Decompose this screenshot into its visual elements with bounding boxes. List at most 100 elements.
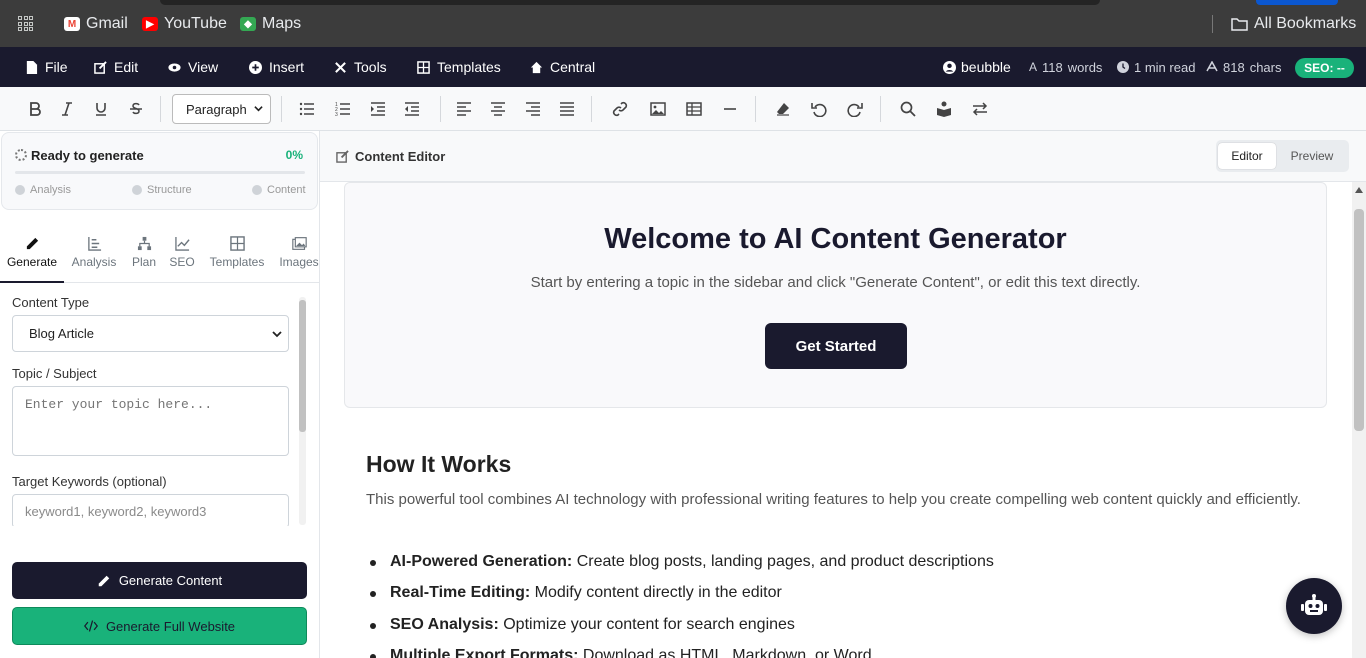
sidebar-scroll-thumb[interactable] xyxy=(299,300,306,432)
editor-content[interactable]: Welcome to AI Content Generator Start by… xyxy=(320,182,1352,658)
undo-button[interactable] xyxy=(807,98,831,120)
indent-button[interactable] xyxy=(366,98,390,120)
tab-plan[interactable]: Plan xyxy=(126,228,162,283)
menu-file[interactable]: File xyxy=(25,47,68,87)
seo-score-badge[interactable]: SEO: -- xyxy=(1295,58,1354,78)
insert-image-button[interactable] xyxy=(646,98,670,120)
menu-central[interactable]: Central xyxy=(530,47,595,87)
tab-label: Templates xyxy=(209,255,265,269)
toolbar-divider xyxy=(880,96,881,122)
spinner-icon xyxy=(15,149,27,161)
content-type-select[interactable]: Blog Article xyxy=(12,315,289,352)
editor-scrollbar[interactable] xyxy=(1352,182,1366,658)
justify-button[interactable] xyxy=(555,98,579,120)
editor-scroll-thumb[interactable] xyxy=(1354,209,1364,431)
readability-button[interactable] xyxy=(932,98,956,120)
bookmark-label: Gmail xyxy=(86,15,128,32)
progress-card: Ready to generate 0% Analysis Structure … xyxy=(1,132,318,210)
all-bookmarks-button[interactable]: All Bookmarks xyxy=(1231,14,1356,34)
text-size-icon: A xyxy=(1029,60,1038,74)
clear-format-button[interactable] xyxy=(771,98,795,120)
content-type-value: Blog Article xyxy=(29,326,95,341)
align-center-button[interactable] xyxy=(486,98,510,120)
list-item: Multiple Export Formats: Download as HTM… xyxy=(370,647,872,658)
ai-assistant-button[interactable] xyxy=(1286,578,1342,634)
editor-view-button[interactable]: Editor xyxy=(1218,143,1276,169)
topic-label: Topic / Subject xyxy=(12,366,97,381)
bold-button[interactable] xyxy=(23,98,47,120)
tab-seo[interactable]: SEO xyxy=(166,228,198,283)
table-icon xyxy=(686,102,702,116)
step-label: Content xyxy=(267,184,306,196)
redo-icon xyxy=(847,103,863,117)
preview-view-button[interactable]: Preview xyxy=(1278,143,1346,169)
sidebar-scrollbar[interactable] xyxy=(299,297,306,525)
tab-images[interactable]: Images xyxy=(278,228,320,283)
scroll-up-arrow-icon[interactable] xyxy=(1355,187,1363,193)
numbered-list-button[interactable]: 123 xyxy=(331,98,355,120)
outdent-button[interactable] xyxy=(400,98,424,120)
exchange-icon xyxy=(972,102,988,116)
progress-step-content: Content xyxy=(252,184,306,196)
tab-generate[interactable]: Generate xyxy=(0,228,64,283)
insert-link-button[interactable] xyxy=(608,98,632,120)
tab-label: Images xyxy=(279,255,319,269)
menu-view[interactable]: View xyxy=(168,47,218,87)
tab-label: Plan xyxy=(131,255,157,269)
horizontal-rule-button[interactable] xyxy=(718,98,742,120)
bookmarks-bar: M Gmail ▶ YouTube ◆ Maps All Bookmarks xyxy=(0,0,1366,47)
generate-form: Content Type Blog Article Topic / Subjec… xyxy=(0,283,306,526)
chevron-down-icon xyxy=(272,331,282,338)
svg-text:3: 3 xyxy=(335,112,338,117)
insert-table-button[interactable] xyxy=(682,98,706,120)
welcome-hero: Welcome to AI Content Generator Start by… xyxy=(344,182,1327,408)
youtube-icon: ▶ xyxy=(142,17,158,31)
apps-grid-icon[interactable] xyxy=(18,16,33,31)
all-bookmarks-label: All Bookmarks xyxy=(1254,15,1357,32)
table-icon xyxy=(417,60,430,74)
undo-icon xyxy=(811,103,827,117)
keywords-input[interactable]: keyword1, keyword2, keyword3 xyxy=(12,494,289,526)
editor-title: Content Editor xyxy=(336,149,446,164)
chevron-down-icon xyxy=(254,106,263,112)
block-format-select[interactable]: Paragraph xyxy=(172,94,271,124)
hero-text: Start by entering a topic in the sidebar… xyxy=(530,274,1141,291)
chart-bar-icon xyxy=(87,236,101,251)
generate-content-button[interactable]: Generate Content xyxy=(12,562,307,599)
list-item: Real-Time Editing: Modify content direct… xyxy=(370,584,782,602)
menu-label: Central xyxy=(550,59,596,75)
italic-button[interactable] xyxy=(55,98,79,120)
bookmark-maps[interactable]: ◆ Maps xyxy=(240,14,301,34)
get-started-button[interactable]: Get Started xyxy=(765,323,907,369)
bookmark-gmail[interactable]: M Gmail xyxy=(64,14,128,34)
step-dot-icon xyxy=(15,185,25,195)
tab-templates[interactable]: Templates xyxy=(205,228,269,283)
bookmark-youtube[interactable]: ▶ YouTube xyxy=(142,14,227,34)
topic-input[interactable]: Enter your topic here... xyxy=(12,386,289,456)
tab-analysis[interactable]: Analysis xyxy=(64,228,124,283)
progress-title: Ready to generate xyxy=(31,148,144,163)
replace-button[interactable] xyxy=(968,98,992,120)
bullet-list-button[interactable] xyxy=(295,98,319,120)
generate-website-button[interactable]: Generate Full Website xyxy=(12,607,307,645)
find-button[interactable] xyxy=(896,98,920,120)
book-reader-icon xyxy=(937,101,951,117)
folder-icon xyxy=(1231,18,1248,31)
menu-tools[interactable]: Tools xyxy=(334,47,387,87)
redo-button[interactable] xyxy=(843,98,867,120)
feature-text: Modify content directly in the editor xyxy=(530,584,782,601)
feature-title: AI-Powered Generation: xyxy=(390,553,573,570)
align-left-button[interactable] xyxy=(452,98,476,120)
sidebar-tabs: Generate Analysis Plan SEO Templates Ima… xyxy=(0,228,320,283)
user-menu[interactable]: beubble xyxy=(943,47,1011,87)
align-right-button[interactable] xyxy=(521,98,545,120)
underline-button[interactable] xyxy=(89,98,113,120)
menu-templates[interactable]: Templates xyxy=(417,47,501,87)
user-icon xyxy=(943,60,956,74)
menu-insert[interactable]: Insert xyxy=(249,47,304,87)
chart-line-icon xyxy=(174,236,190,251)
editor-title-text: Content Editor xyxy=(355,149,446,164)
strikethrough-button[interactable] xyxy=(124,98,148,120)
content-type-label: Content Type xyxy=(12,295,90,310)
menu-edit[interactable]: Edit xyxy=(94,47,138,87)
